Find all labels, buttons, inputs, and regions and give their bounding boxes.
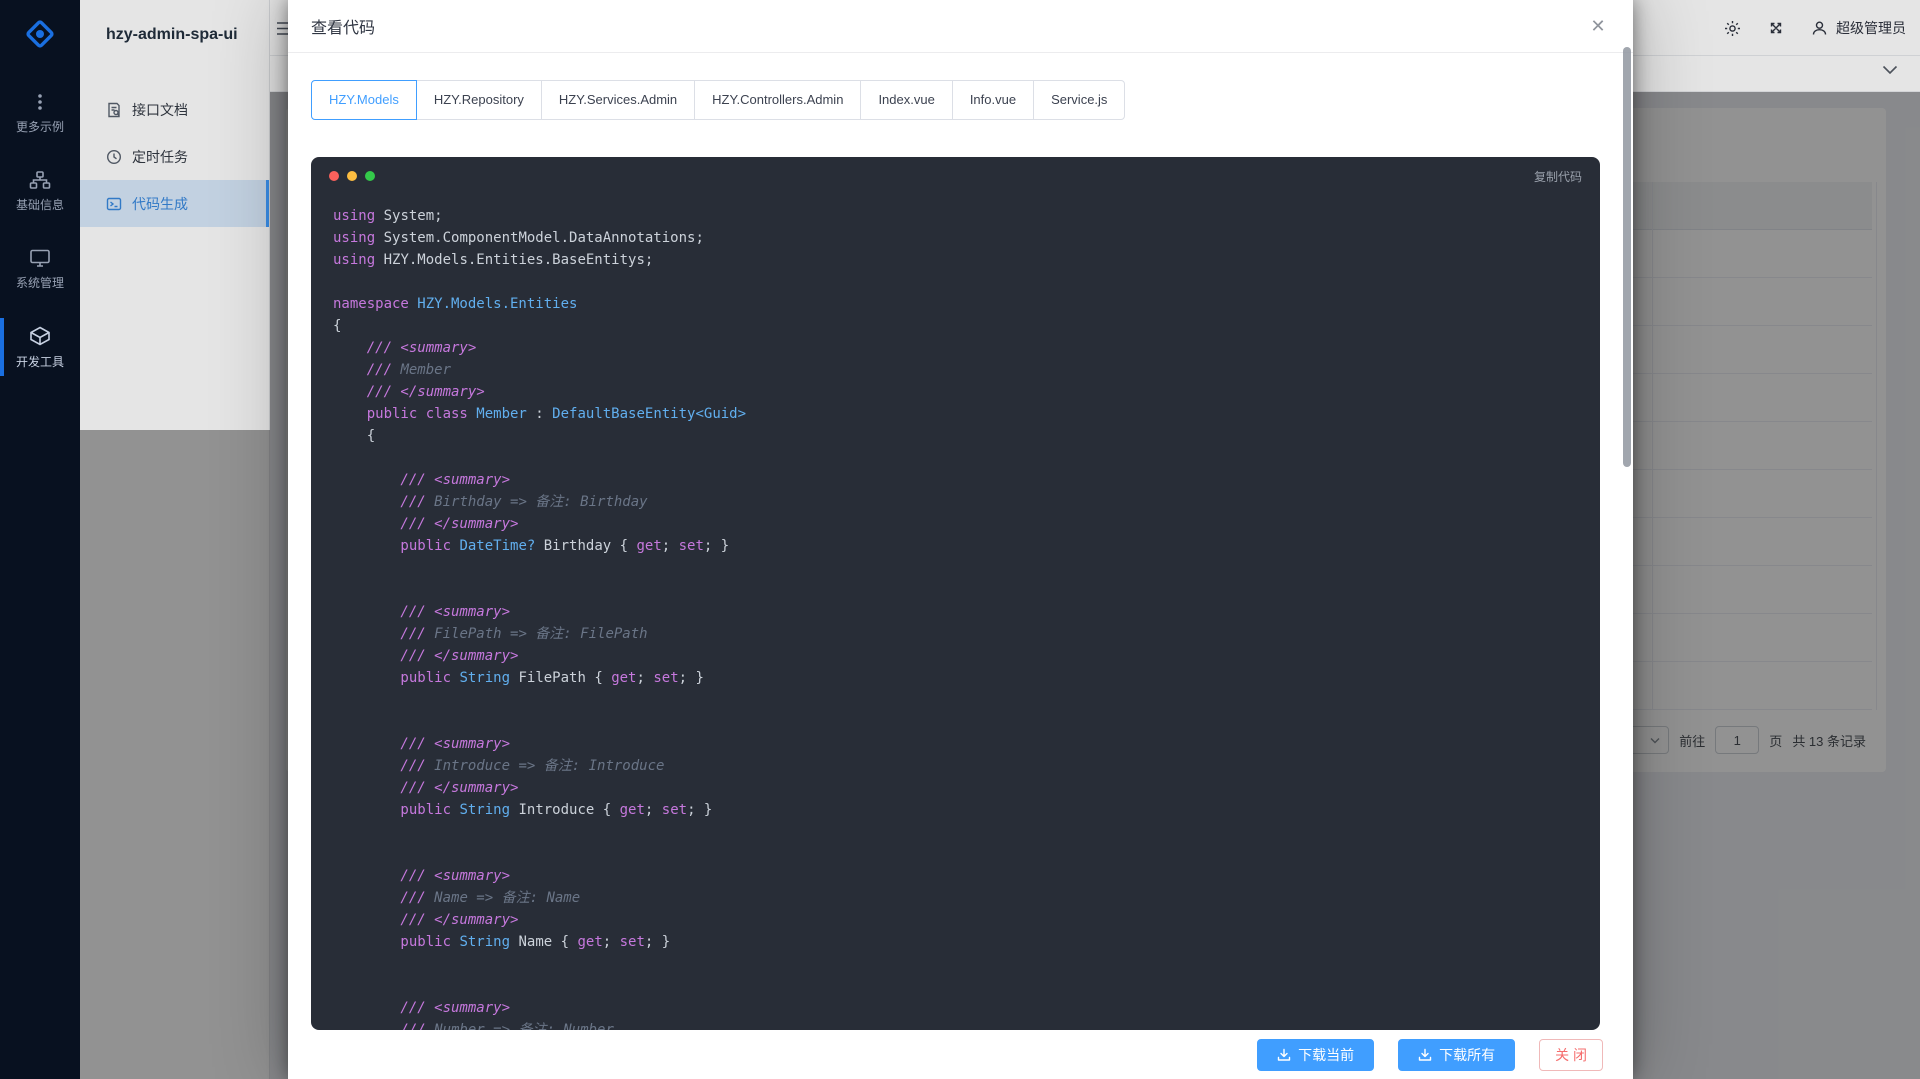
code-line: namespace HZY.Models.Entities: [333, 293, 1600, 315]
code-line: public DateTime? Birthday { get; set; }: [333, 535, 1600, 557]
more-dots-icon: [30, 92, 50, 112]
download-current-label: 下载当前: [1298, 1045, 1354, 1065]
code-line: [333, 271, 1600, 293]
view-code-dialog: 查看代码 ✕ HZY.ModelsHZY.RepositoryHZY.Servi…: [288, 0, 1633, 1079]
code-line: /// <summary>: [333, 865, 1600, 887]
code-line: /// <summary>: [333, 997, 1600, 1019]
code-line: /// <summary>: [333, 733, 1600, 755]
window-dot-red-icon: [329, 171, 339, 181]
code-line: {: [333, 315, 1600, 337]
code-content: using System;using System.ComponentModel…: [311, 195, 1600, 1030]
code-line: /// </summary>: [333, 777, 1600, 799]
window-dot-green-icon: [365, 171, 375, 181]
sidebar-item-label: 更多示例: [16, 118, 64, 135]
modal-scrollbar-thumb[interactable]: [1623, 47, 1631, 467]
code-line: [333, 689, 1600, 711]
code-line: [333, 579, 1600, 601]
tab-Info.vue[interactable]: Info.vue: [952, 80, 1034, 120]
tab-Service.js[interactable]: Service.js: [1033, 80, 1125, 120]
app-root: { "app": { "accent_color": "#409eff", "d…: [0, 0, 1920, 1079]
code-line: [333, 843, 1600, 865]
code-line: /// Number => 备注: Number: [333, 1019, 1600, 1030]
code-line: /// </summary>: [333, 381, 1600, 403]
code-line: /// Name => 备注: Name: [333, 887, 1600, 909]
code-line: /// </summary>: [333, 645, 1600, 667]
tab-HZY.Models[interactable]: HZY.Models: [311, 80, 417, 120]
code-line: /// Introduce => 备注: Introduce: [333, 755, 1600, 777]
code-line: using System.ComponentModel.DataAnnotati…: [333, 227, 1600, 249]
org-icon: [29, 170, 51, 190]
code-line: public class Member : DefaultBaseEntity<…: [333, 403, 1600, 425]
copy-code-button[interactable]: 复制代码: [1534, 168, 1582, 185]
code-line: {: [333, 425, 1600, 447]
download-icon: [1277, 1048, 1291, 1062]
code-line: public String Name { get; set; }: [333, 931, 1600, 953]
dialog-footer: 下载当前 下载所有 关 闭: [288, 1030, 1633, 1079]
code-line: /// <summary>: [333, 469, 1600, 491]
sidebar-item-system-manage[interactable]: 系统管理: [0, 236, 80, 302]
code-window-header: 复制代码: [311, 157, 1600, 195]
sidebar-item-more-examples[interactable]: 更多示例: [0, 80, 80, 146]
app-logo[interactable]: [0, 0, 80, 68]
cube-icon: [29, 325, 51, 347]
diamond-logo-icon: [20, 14, 60, 54]
code-line: [333, 975, 1600, 997]
code-line: /// Member: [333, 359, 1600, 381]
tab-Index.vue[interactable]: Index.vue: [860, 80, 952, 120]
code-line: public String FilePath { get; set; }: [333, 667, 1600, 689]
code-line: [333, 821, 1600, 843]
code-line: [333, 953, 1600, 975]
dialog-title: 查看代码: [311, 14, 375, 38]
code-line: /// Birthday => 备注: Birthday: [333, 491, 1600, 513]
tab-HZY.Services.Admin[interactable]: HZY.Services.Admin: [541, 80, 695, 120]
sidebar-item-dev-tools[interactable]: 开发工具: [0, 314, 80, 380]
code-file-tabs: HZY.ModelsHZY.RepositoryHZY.Services.Adm…: [311, 80, 1633, 120]
sidebar-item-label: 基础信息: [16, 196, 64, 213]
code-line: using System;: [333, 205, 1600, 227]
code-line: public String Introduce { get; set; }: [333, 799, 1600, 821]
code-line: /// </summary>: [333, 909, 1600, 931]
monitor-icon: [29, 248, 51, 268]
code-line: using HZY.Models.Entities.BaseEntitys;: [333, 249, 1600, 271]
icon-sidebar: 更多示例 基础信息 系统管理 开发工具: [0, 0, 80, 1079]
sidebar-item-label: 系统管理: [16, 274, 64, 291]
sidebar-item-base-info[interactable]: 基础信息: [0, 158, 80, 224]
dialog-header: 查看代码 ✕: [288, 0, 1633, 53]
close-dialog-button[interactable]: 关 闭: [1539, 1039, 1603, 1071]
code-line: [333, 711, 1600, 733]
download-all-button[interactable]: 下载所有: [1398, 1039, 1515, 1071]
tab-HZY.Controllers.Admin[interactable]: HZY.Controllers.Admin: [694, 80, 861, 120]
code-line: [333, 557, 1600, 579]
modal-overlay-sidebar: [80, 430, 270, 1079]
download-icon: [1418, 1048, 1432, 1062]
download-current-button[interactable]: 下载当前: [1257, 1039, 1374, 1071]
code-line: /// <summary>: [333, 337, 1600, 359]
sidebar-item-label: 开发工具: [16, 353, 64, 370]
tab-HZY.Repository[interactable]: HZY.Repository: [416, 80, 542, 120]
code-line: /// FilePath => 备注: FilePath: [333, 623, 1600, 645]
window-dot-yellow-icon: [347, 171, 357, 181]
code-line: /// </summary>: [333, 513, 1600, 535]
code-line: /// <summary>: [333, 601, 1600, 623]
download-all-label: 下载所有: [1439, 1045, 1495, 1065]
close-icon[interactable]: ✕: [1587, 15, 1609, 37]
code-window: 复制代码 using System;using System.Component…: [311, 157, 1600, 1030]
code-line: [333, 447, 1600, 469]
